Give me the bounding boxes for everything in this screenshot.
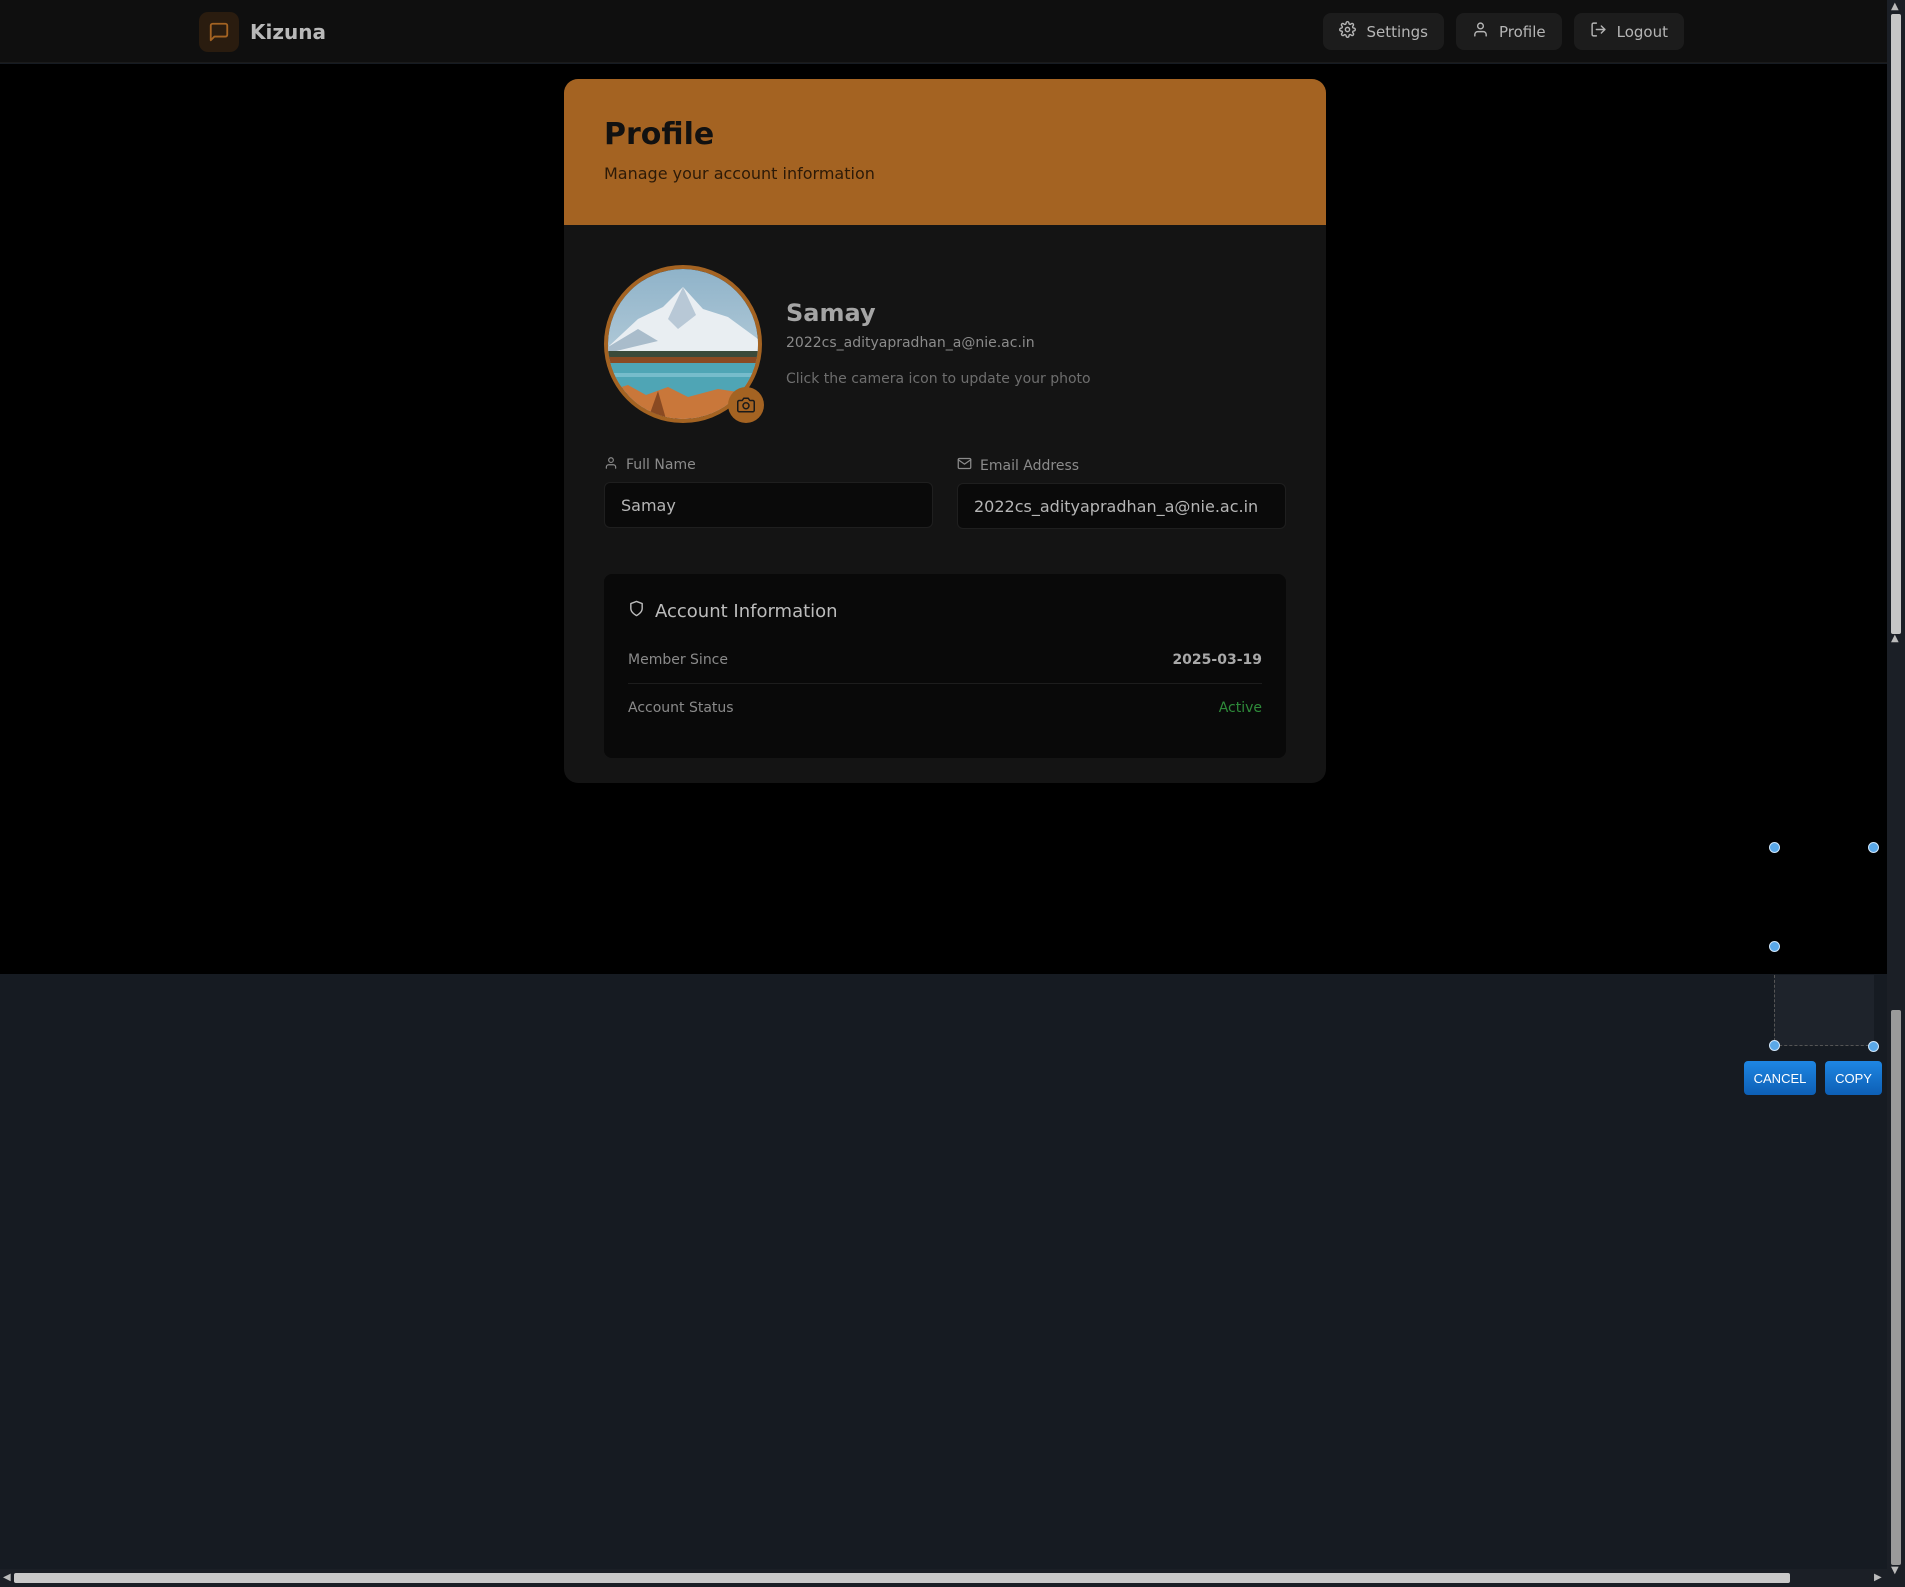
page-content: Profile Manage your account information (0, 64, 1887, 974)
profile-card: Profile Manage your account information (564, 79, 1326, 783)
email-input[interactable] (957, 483, 1286, 529)
scroll-up-icon[interactable]: ▲ (1891, 2, 1899, 12)
account-status-label: Account Status (628, 700, 734, 716)
logout-icon (1590, 21, 1607, 42)
member-since-value: 2025-03-19 (1172, 651, 1262, 668)
gear-icon (1339, 21, 1357, 42)
page-title: Profile (604, 117, 715, 152)
mail-icon (957, 456, 972, 475)
account-status-row: Account Status Active (628, 684, 1262, 732)
status-badge: Active (1218, 700, 1262, 716)
member-since-row: Member Since 2025-03-19 (628, 636, 1262, 684)
full-name-label-text: Full Name (626, 457, 696, 473)
account-information-title: Account Information (655, 600, 838, 622)
cancel-button[interactable]: CANCEL (1744, 1061, 1816, 1095)
full-name-label: Full Name (604, 456, 933, 474)
selection-handle-top-right[interactable] (1868, 842, 1879, 853)
logout-label: Logout (1616, 22, 1668, 41)
account-information-panel: Account Information Member Since 2025-03… (604, 574, 1286, 758)
scroll-up-icon[interactable]: ▲ (1891, 634, 1899, 644)
page-subtitle: Manage your account information (604, 164, 875, 183)
user-icon (1472, 21, 1489, 42)
chat-bubble-icon (199, 12, 239, 52)
selection-handle-middle-left[interactable] (1769, 941, 1780, 952)
profile-card-header: Profile Manage your account information (564, 79, 1326, 225)
user-icon (604, 456, 618, 474)
selection-handle-bottom-right[interactable] (1868, 1041, 1879, 1052)
vertical-scroll-thumb[interactable] (1891, 14, 1901, 634)
profile-info: Samay 2022cs_adityapradhan_a@nie.ac.in C… (786, 265, 1091, 423)
avatar-container (604, 265, 764, 423)
email-field-group: Email Address (957, 456, 1286, 529)
top-navbar: Kizuna Settings Profile Logout (0, 0, 1887, 63)
profile-email: 2022cs_adityapradhan_a@nie.ac.in (786, 335, 1035, 351)
profile-label: Profile (1499, 22, 1546, 41)
member-since-label: Member Since (628, 651, 728, 668)
full-name-field-group: Full Name (604, 456, 933, 529)
account-information-heading: Account Information (628, 600, 1262, 622)
brand[interactable]: Kizuna (199, 12, 326, 52)
logout-button[interactable]: Logout (1573, 13, 1684, 50)
email-label: Email Address (957, 456, 1286, 475)
settings-button[interactable]: Settings (1323, 13, 1444, 50)
shield-icon (628, 600, 645, 622)
email-label-text: Email Address (980, 457, 1080, 474)
photo-hint: Click the camera icon to update your pho… (786, 371, 1091, 387)
selection-handle-bottom-left[interactable] (1769, 1040, 1780, 1051)
horizontal-scroll-thumb[interactable] (14, 1573, 1790, 1583)
vertical-scrollbar[interactable]: ▲ ▲ ▼ (1887, 0, 1905, 1587)
profile-summary: Samay 2022cs_adityapradhan_a@nie.ac.in C… (604, 265, 1091, 423)
app-name: Kizuna (250, 20, 326, 44)
scroll-right-icon[interactable]: ▶ (1874, 1573, 1882, 1583)
nav-actions: Settings Profile Logout (1323, 13, 1684, 50)
capture-selection-box[interactable] (1774, 975, 1874, 1046)
horizontal-scrollbar[interactable]: ◀ ▶ (0, 1569, 1887, 1587)
scroll-left-icon[interactable]: ◀ (3, 1573, 11, 1583)
profile-fields: Full Name Email Address (604, 456, 1286, 529)
selection-handle-top-left[interactable] (1769, 842, 1780, 853)
profile-button[interactable]: Profile (1456, 13, 1562, 50)
settings-label: Settings (1366, 22, 1428, 41)
full-name-input[interactable] (604, 482, 933, 528)
vertical-scroll-thumb-lower[interactable] (1891, 1010, 1901, 1565)
copy-button[interactable]: COPY (1825, 1061, 1882, 1095)
scroll-down-icon[interactable]: ▼ (1891, 1566, 1899, 1576)
camera-icon[interactable] (728, 387, 764, 423)
profile-name: Samay (786, 299, 876, 327)
